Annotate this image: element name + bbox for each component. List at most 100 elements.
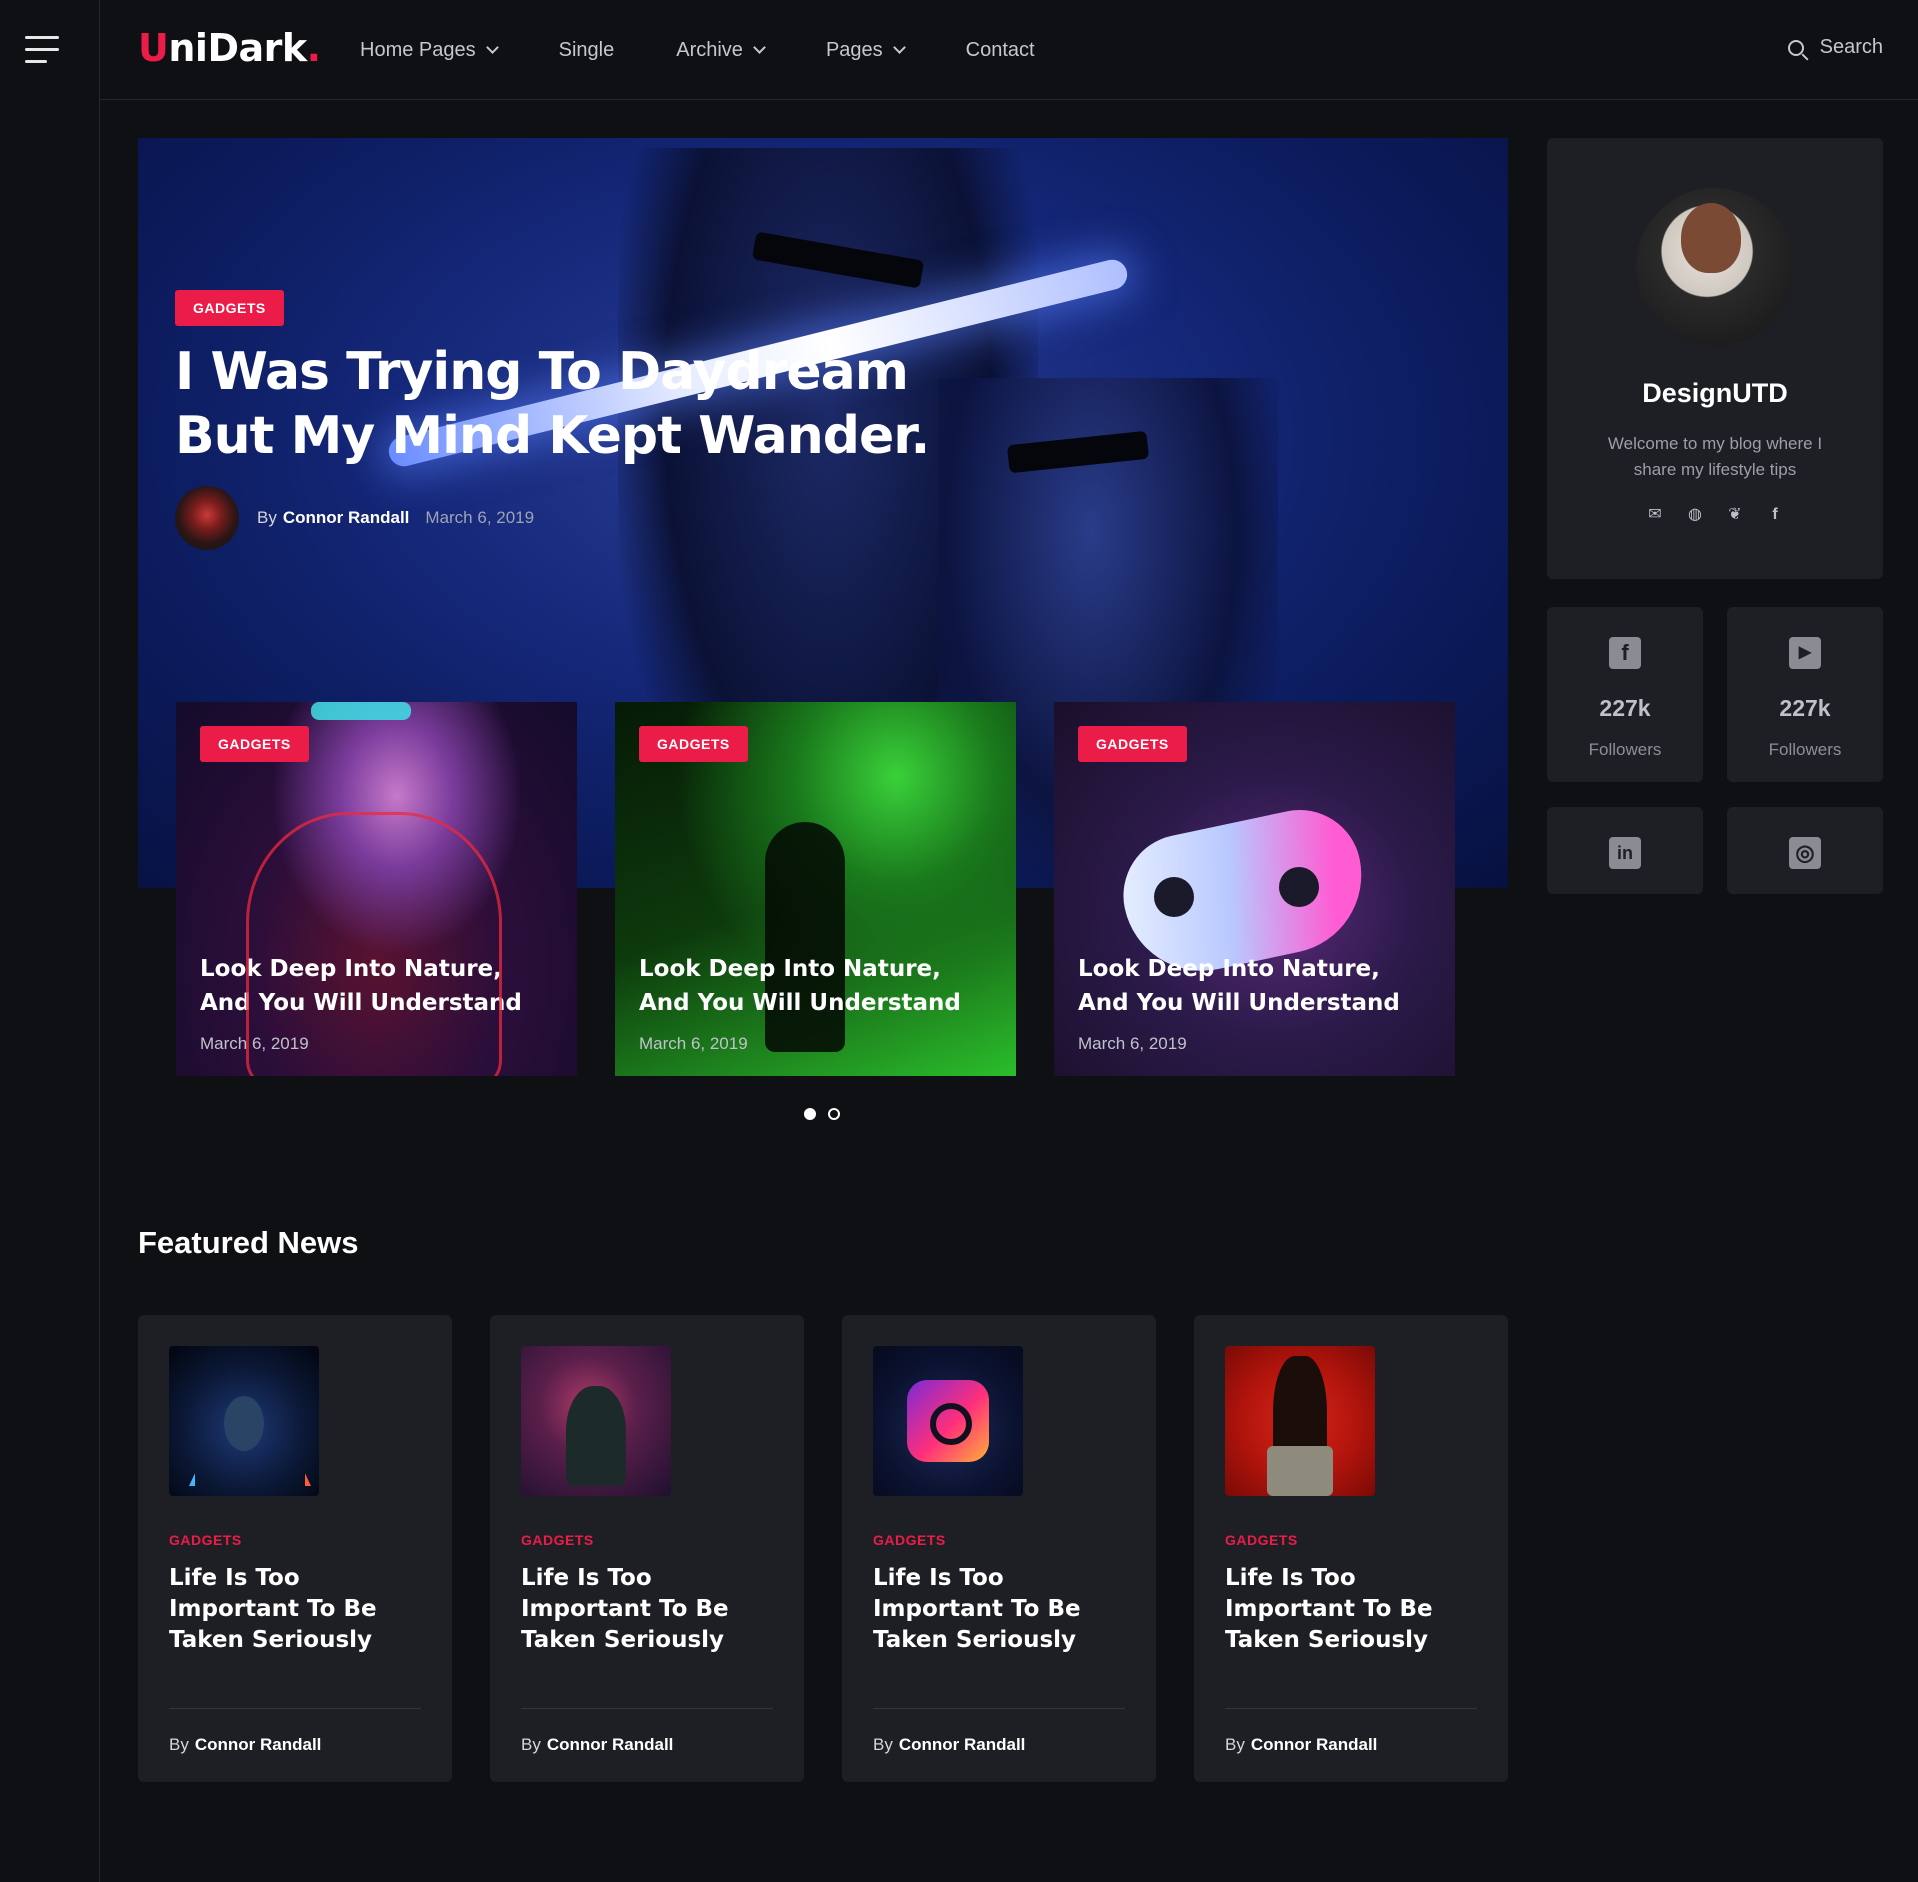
main-nav: Home Pages Single Archive Pages Contact [360, 0, 1097, 100]
category-badge[interactable]: GADGETS [175, 290, 284, 326]
card-thumbnail[interactable] [169, 1346, 319, 1496]
card-title[interactable]: Life Is Too Important To Be Taken Seriou… [1225, 1563, 1485, 1656]
card-divider [873, 1708, 1125, 1709]
instagram-followers-widget[interactable]: ◎ [1727, 807, 1883, 894]
slider-card[interactable]: GADGETS Look Deep Into Nature, And You W… [615, 702, 1016, 1076]
nav-label: Contact [965, 38, 1035, 61]
news-card[interactable]: GADGETS Life Is Too Important To Be Take… [1194, 1315, 1508, 1782]
post-slider: GADGETS Look Deep Into Nature, And You W… [176, 702, 1456, 1076]
search-button[interactable]: Search [1787, 36, 1883, 59]
follower-label: Followers [1588, 740, 1662, 759]
globe-icon[interactable]: ◍ [1686, 506, 1704, 524]
follower-count: 227k [1779, 695, 1831, 721]
profile-social-links: ✉ ◍ ❦ f [1547, 506, 1883, 524]
card-meta: By Connor Randall [169, 1735, 321, 1755]
search-label: Search [1819, 36, 1883, 58]
news-card[interactable]: GADGETS Life Is Too Important To Be Take… [138, 1315, 452, 1782]
nav-label: Home Pages [360, 38, 476, 61]
card-divider [169, 1708, 421, 1709]
card-meta: By Connor Randall [1225, 1735, 1377, 1755]
card-divider [1225, 1708, 1477, 1709]
chevron-down-icon [892, 41, 906, 54]
linkedin-icon: in [1609, 837, 1641, 869]
chevron-down-icon [753, 41, 766, 54]
logo-text: niDark [168, 26, 307, 70]
by-label: By [873, 1735, 893, 1754]
nav-contact[interactable]: Contact [966, 39, 1035, 62]
author-link[interactable]: Connor Randall [547, 1735, 674, 1754]
site-header: UniDark. Home Pages Single Archive Pages… [100, 0, 1918, 100]
post-date: March 6, 2019 [639, 1034, 748, 1053]
category-badge[interactable]: GADGETS [639, 726, 748, 762]
logo-letter: U [138, 26, 169, 70]
menu-icon[interactable] [25, 36, 59, 64]
card-meta: By Connor Randall [521, 1735, 673, 1755]
nav-archive[interactable]: Archive [676, 38, 766, 62]
author-link[interactable]: Connor Randall [283, 508, 410, 528]
facebook-followers-widget[interactable]: f 227k Followers [1547, 607, 1703, 782]
card-thumbnail[interactable] [873, 1346, 1023, 1496]
by-label: By [257, 508, 277, 527]
slider-pagination [804, 1108, 852, 1120]
by-label: By [521, 1735, 541, 1754]
instagram-icon: ◎ [1789, 837, 1821, 869]
post-date: March 6, 2019 [200, 1034, 309, 1053]
facebook-icon[interactable]: f [1766, 506, 1784, 524]
hero-meta: By Connor Randall March 6, 2019 [175, 486, 534, 550]
nav-label: Archive [676, 38, 743, 61]
slider-card-title[interactable]: Look Deep Into Nature, And You Will Unde… [200, 952, 560, 1020]
card-category[interactable]: GADGETS [521, 1532, 594, 1548]
author-link[interactable]: Connor Randall [195, 1735, 322, 1754]
follower-label: Followers [1768, 740, 1842, 759]
card-thumbnail[interactable] [1225, 1346, 1375, 1496]
author-profile-widget: DesignUTD Welcome to my blog where I sha… [1547, 138, 1883, 579]
author-link[interactable]: Connor Randall [1251, 1735, 1378, 1754]
card-title[interactable]: Life Is Too Important To Be Taken Seriou… [521, 1563, 781, 1656]
hero-title[interactable]: I Was Trying To Daydream But My Mind Kep… [175, 340, 935, 468]
news-card[interactable]: GADGETS Life Is Too Important To Be Take… [842, 1315, 1156, 1782]
author-link[interactable]: Connor Randall [899, 1735, 1026, 1754]
card-thumbnail[interactable] [521, 1346, 671, 1496]
nav-label: Pages [825, 38, 883, 61]
card-meta: By Connor Randall [873, 1735, 1025, 1755]
nav-single[interactable]: Single [559, 39, 615, 62]
card-category[interactable]: GADGETS [873, 1532, 946, 1548]
author-avatar[interactable] [175, 486, 239, 550]
card-category[interactable]: GADGETS [169, 1532, 242, 1548]
nav-home-pages[interactable]: Home Pages [360, 38, 499, 62]
youtube-followers-widget[interactable]: ▶ 227k Followers [1727, 607, 1883, 782]
search-icon [1787, 39, 1804, 56]
linkedin-followers-widget[interactable]: in [1547, 807, 1703, 894]
logo-dot: . [306, 26, 321, 70]
section-title: Featured News [138, 1225, 359, 1260]
follower-count: 227k [1599, 695, 1651, 721]
slider-card-title[interactable]: Look Deep Into Nature, And You Will Unde… [1078, 952, 1438, 1020]
card-divider [521, 1708, 773, 1709]
profile-bio: Welcome to my blog where I share my life… [1607, 434, 1823, 479]
card-title[interactable]: Life Is Too Important To Be Taken Seriou… [873, 1563, 1133, 1656]
facebook-icon: f [1609, 637, 1641, 669]
nav-label: Single [558, 38, 615, 61]
profile-name: DesignUTD [1642, 378, 1788, 408]
slider-card[interactable]: GADGETS Look Deep Into Nature, And You W… [1054, 702, 1455, 1076]
nav-pages[interactable]: Pages [825, 38, 906, 62]
post-date: March 6, 2019 [425, 508, 535, 527]
category-badge[interactable]: GADGETS [1078, 726, 1187, 762]
news-card[interactable]: GADGETS Life Is Too Important To Be Take… [490, 1315, 804, 1782]
profile-avatar [1636, 188, 1794, 346]
slider-card[interactable]: GADGETS Look Deep Into Nature, And You W… [176, 702, 577, 1076]
site-logo[interactable]: UniDark. [138, 26, 321, 70]
card-title[interactable]: Life Is Too Important To Be Taken Seriou… [169, 1563, 429, 1656]
category-badge[interactable]: GADGETS [200, 726, 309, 762]
chevron-down-icon [485, 41, 499, 54]
twitter-icon[interactable]: ❦ [1726, 506, 1744, 524]
mail-icon[interactable]: ✉ [1646, 506, 1664, 524]
by-label: By [169, 1735, 189, 1754]
slider-dot[interactable] [804, 1108, 816, 1120]
left-rail [0, 0, 100, 1882]
post-date: March 6, 2019 [1078, 1034, 1187, 1053]
card-category[interactable]: GADGETS [1225, 1532, 1298, 1548]
slider-dot[interactable] [828, 1108, 840, 1120]
youtube-icon: ▶ [1789, 637, 1821, 669]
slider-card-title[interactable]: Look Deep Into Nature, And You Will Unde… [639, 952, 999, 1020]
